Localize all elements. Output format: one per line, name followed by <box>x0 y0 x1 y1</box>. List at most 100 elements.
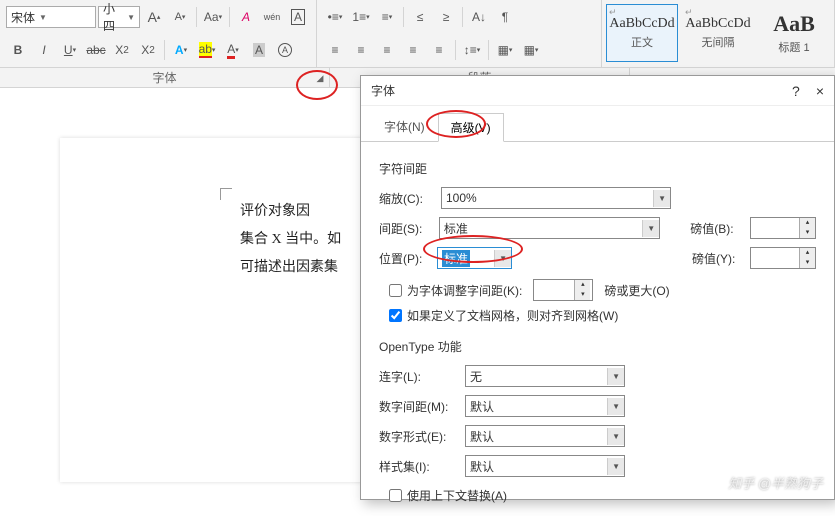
grow-font-button[interactable]: A▴ <box>142 5 166 29</box>
spin-up-icon[interactable]: ▴ <box>800 248 815 258</box>
numform-combo[interactable]: 默认▼ <box>465 425 625 447</box>
scale-label: 缩放(C): <box>379 190 435 207</box>
font-color-button[interactable]: A▾ <box>221 38 245 62</box>
snap-grid-label: 如果定义了文档网格，则对齐到网格(W) <box>407 307 618 324</box>
contextual-checkbox[interactable] <box>389 489 402 502</box>
spin-down-icon[interactable]: ▾ <box>800 258 815 268</box>
superscript-button[interactable]: X2 <box>136 38 160 62</box>
shading-button[interactable]: ▦▾ <box>493 38 517 62</box>
chevron-down-icon: ▼ <box>653 190 670 207</box>
align-right-button[interactable]: ≡ <box>375 38 399 62</box>
font-size-combo[interactable]: 小四▼ <box>98 6 140 28</box>
sort-button[interactable]: A↓ <box>467 5 491 29</box>
styleset-label: 样式集(I): <box>379 458 459 475</box>
char-border-button[interactable]: A <box>286 5 310 29</box>
styleset-combo[interactable]: 默认▼ <box>465 455 625 477</box>
chevron-down-icon: ▼ <box>127 13 135 22</box>
numspacing-label: 数字间距(M): <box>379 398 459 415</box>
font-dialog: 字体 ? × 字体(N) 高级(V) 字符间距 缩放(C): 100%▼ 间距(… <box>360 75 835 500</box>
highlight-button[interactable]: ab▾ <box>195 38 219 62</box>
separator <box>403 7 404 27</box>
style-item-nospacing[interactable]: ↵ AaBbCcDd 无间隔 <box>682 4 754 62</box>
watermark: 知乎 @半熟狗子 <box>728 473 823 492</box>
spacing-combo[interactable]: 标准▼ <box>439 217 660 239</box>
increase-indent-button[interactable]: ≥ <box>434 5 458 29</box>
position-pt-input[interactable] <box>751 248 799 268</box>
style-item-normal[interactable]: ↵ AaBbCcDd 正文 <box>606 4 678 62</box>
bullets-button[interactable]: •≡▾ <box>323 5 347 29</box>
tab-advanced[interactable]: 高级(V) <box>438 113 504 142</box>
separator <box>164 40 165 60</box>
ligatures-label: 连字(L): <box>379 368 459 385</box>
section-opentype: OpenType 功能 <box>379 338 816 355</box>
kerning-input[interactable] <box>534 284 574 297</box>
chevron-down-icon: ▼ <box>494 250 511 267</box>
numspacing-combo[interactable]: 默认▼ <box>465 395 625 417</box>
font-dialog-launcher[interactable]: ◢ <box>313 71 327 85</box>
line-spacing-button[interactable]: ↕≡▾ <box>460 38 484 62</box>
numform-label: 数字形式(E): <box>379 428 459 445</box>
strikethrough-button[interactable]: abc <box>84 38 108 62</box>
chevron-down-icon: ▼ <box>642 220 659 237</box>
spin-up-icon[interactable]: ▴ <box>575 280 590 290</box>
font-group-label: 字体 ◢ <box>0 68 330 87</box>
style-item-heading1[interactable]: AaB 标题 1 <box>758 4 830 62</box>
ribbon-styles-group: ↵ AaBbCcDd 正文 ↵ AaBbCcDd 无间隔 AaB 标题 1 <box>602 0 835 67</box>
spin-down-icon[interactable]: ▾ <box>800 228 815 238</box>
kerning-checkbox[interactable] <box>389 284 402 297</box>
change-case-button[interactable]: Aa▾ <box>201 5 225 29</box>
spacing-pt-label: 磅值(B): <box>690 220 744 237</box>
separator <box>229 7 230 27</box>
position-label: 位置(P): <box>379 250 431 267</box>
enclose-char-button[interactable]: A <box>273 38 297 62</box>
dialog-tabs: 字体(N) 高级(V) <box>361 106 834 142</box>
separator <box>488 40 489 60</box>
align-justify-button[interactable]: ≡ <box>401 38 425 62</box>
show-marks-button[interactable]: ¶ <box>493 5 517 29</box>
help-button[interactable]: ? <box>792 83 800 99</box>
position-pt-spinner[interactable]: ▴▾ <box>750 247 816 269</box>
kerning-spinner[interactable]: ▴▾ <box>533 279 593 301</box>
spin-down-icon[interactable]: ▾ <box>575 290 590 300</box>
ribbon-font-group: 宋体▼ 小四▼ A▴ A▾ Aa▾ A wén A B I U▾ abc X2 … <box>0 0 317 67</box>
dialog-titlebar[interactable]: 字体 ? × <box>361 76 834 106</box>
spin-up-icon[interactable]: ▴ <box>800 218 815 228</box>
chevron-down-icon: ▼ <box>607 428 624 445</box>
decrease-indent-button[interactable]: ≤ <box>408 5 432 29</box>
multilevel-button[interactable]: ≡▾ <box>375 5 399 29</box>
distribute-button[interactable]: ≡ <box>427 38 451 62</box>
separator <box>455 40 456 60</box>
phonetic-button[interactable]: wén <box>260 5 284 29</box>
align-center-button[interactable]: ≡ <box>349 38 373 62</box>
numbering-button[interactable]: 1≡▾ <box>349 5 373 29</box>
underline-button[interactable]: U▾ <box>58 38 82 62</box>
ligatures-combo[interactable]: 无▼ <box>465 365 625 387</box>
border-button[interactable]: ▦▾ <box>519 38 543 62</box>
subscript-button[interactable]: X2 <box>110 38 134 62</box>
chevron-down-icon: ▼ <box>607 458 624 475</box>
margin-corner-icon <box>220 188 232 200</box>
char-shading-button[interactable]: A <box>247 38 271 62</box>
spacing-pt-spinner[interactable]: ▴▾ <box>750 217 816 239</box>
font-name-value: 宋体 <box>11 9 35 26</box>
ribbon-paragraph-group: •≡▾ 1≡▾ ≡▾ ≤ ≥ A↓ ¶ ≡ ≡ ≡ ≡ ≡ ↕≡▾ ▦▾ ▦▾ <box>317 0 602 67</box>
scale-combo[interactable]: 100%▼ <box>441 187 671 209</box>
close-button[interactable]: × <box>816 83 824 99</box>
clear-format-button[interactable]: A <box>234 5 258 29</box>
kerning-unit: 磅或更大(O) <box>604 282 669 299</box>
chevron-down-icon: ▼ <box>39 13 47 22</box>
tab-font[interactable]: 字体(N) <box>371 112 438 141</box>
italic-button[interactable]: I <box>32 38 56 62</box>
spacing-pt-input[interactable] <box>751 218 799 238</box>
font-name-combo[interactable]: 宋体 ▼ <box>6 6 96 28</box>
shrink-font-button[interactable]: A▾ <box>168 5 192 29</box>
text-effects-button[interactable]: A▾ <box>169 38 193 62</box>
chevron-down-icon: ▼ <box>607 398 624 415</box>
align-left-button[interactable]: ≡ <box>323 38 347 62</box>
separator <box>462 7 463 27</box>
bold-button[interactable]: B <box>6 38 30 62</box>
position-combo[interactable]: 标准▼ <box>437 247 512 269</box>
kerning-label: 为字体调整字间距(K): <box>407 282 522 299</box>
dialog-title: 字体 <box>371 82 395 99</box>
snap-grid-checkbox[interactable] <box>389 309 402 322</box>
